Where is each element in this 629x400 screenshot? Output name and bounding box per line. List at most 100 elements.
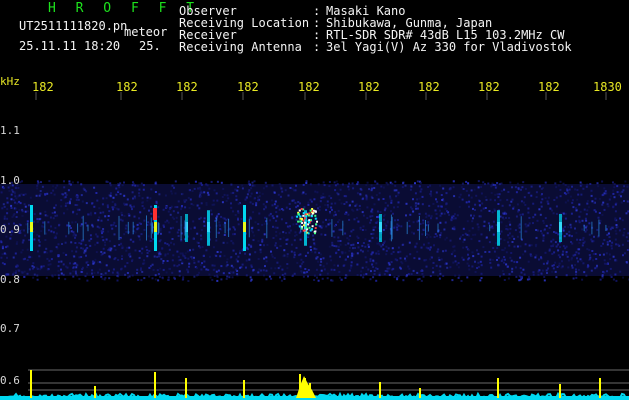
noise-speck [50,258,53,261]
noise-speck [112,196,115,199]
noise-speck [561,265,564,268]
noise-speck [576,198,579,201]
noise-speck [14,201,16,204]
noise-speck [592,253,595,255]
noise-speck [567,226,570,229]
noise-speck [263,244,265,247]
noise-speck [339,240,342,242]
noise-speck [310,200,313,203]
noise-speck [38,194,41,197]
noise-speck [148,209,150,212]
noise-speck [232,226,235,228]
noise-speck [303,271,306,274]
time-tick-label: 182 [478,80,500,94]
noise-speck [575,270,578,273]
noise-speck [427,186,430,188]
noise-speck [370,184,373,187]
noise-speck [583,271,586,274]
noise-speck [368,188,371,191]
noise-speck [625,261,628,264]
noise-speck [74,204,77,206]
noise-speck [21,249,24,252]
noise-speck [349,204,351,207]
noise-speck [181,252,184,255]
noise-speck [588,254,591,257]
meteor-echo-core [379,222,382,232]
noise-speck [425,216,428,219]
noise-speck [85,254,87,257]
noise-speck [270,267,273,270]
noise-speck [332,230,335,233]
meteor-burst-pixel [297,213,300,216]
noise-speck [12,199,15,202]
noise-speck [427,221,430,224]
noise-speck [235,268,238,271]
noise-speck [465,189,468,192]
noise-speck [120,267,123,270]
noise-speck [456,214,459,217]
noise-speck [436,235,438,238]
noise-speck [249,244,252,247]
noise-speck [391,268,394,271]
noise-speck [141,247,144,250]
noise-speck [497,264,499,267]
noise-speck [488,210,491,212]
noise-speck [203,224,206,227]
noise-speck [425,265,428,268]
noise-speck [220,181,223,184]
time-tick-label: 182 [237,80,259,94]
noise-speck [1,245,4,248]
noise-speck [559,256,561,259]
noise-speck [102,228,105,230]
noise-speck [482,207,485,210]
noise-speck [203,254,205,257]
noise-speck [582,236,585,239]
noise-speck [405,214,407,217]
noise-speck [457,266,460,269]
noise-speck [140,267,142,270]
noise-speck [26,220,29,223]
noise-speck [112,268,115,271]
noise-speck [200,229,203,231]
noise-speck [251,202,254,205]
time-tick-label: 182 [32,80,54,94]
noise-speck [585,274,588,277]
faint-echo-streak [266,217,268,239]
noise-speck [511,235,514,238]
noise-speck [557,254,560,257]
noise-speck [505,263,508,266]
noise-speck [309,198,312,201]
noise-speck [110,247,113,250]
noise-speck [452,261,455,264]
noise-speck [558,264,560,267]
noise-speck [574,253,577,256]
noise-speck [612,278,615,281]
noise-speck [232,271,235,274]
noise-speck [404,184,407,187]
noise-speck [95,233,98,236]
noise-speck [421,272,424,275]
noise-speck [215,192,218,195]
noise-speck [480,215,482,218]
meteor-echo-core [243,222,246,232]
noise-speck [246,193,249,196]
noise-speck [503,256,506,258]
noise-speck [248,243,250,246]
noise-speck [321,225,324,228]
noise-speck [136,272,138,275]
noise-speck [546,272,548,274]
noise-speck [333,181,336,184]
noise-speck [190,255,193,258]
noise-speck [188,265,190,268]
noise-speck [334,184,337,187]
noise-speck [365,198,368,201]
noise-speck [157,255,160,258]
noise-speck [291,217,294,220]
noise-speck [268,214,271,217]
noise-speck [444,238,447,241]
noise-speck [107,215,110,217]
noise-speck [203,191,206,194]
noise-speck [355,203,358,206]
noise-speck [480,264,483,267]
noise-speck [154,278,157,281]
